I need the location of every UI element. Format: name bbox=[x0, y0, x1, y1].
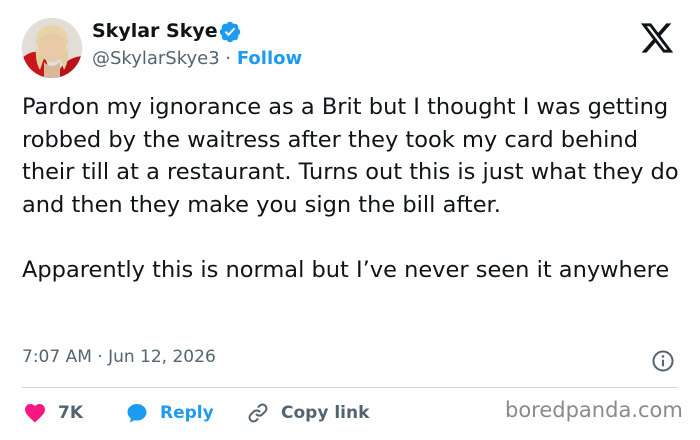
divider bbox=[22, 387, 678, 388]
link-icon bbox=[248, 403, 268, 423]
avatar-photo bbox=[22, 18, 82, 78]
like-button[interactable]: 7K bbox=[22, 399, 83, 427]
x-logo-icon[interactable] bbox=[637, 20, 677, 56]
reply-bubble-icon bbox=[127, 404, 147, 423]
follow-button[interactable]: Follow bbox=[237, 48, 302, 69]
handle-separator: · bbox=[219, 48, 237, 69]
copy-link-label: Copy link bbox=[281, 403, 370, 423]
info-icon[interactable] bbox=[651, 349, 675, 373]
watermark: boredpanda.com bbox=[505, 398, 683, 422]
author-name[interactable]: Skylar Skye bbox=[92, 20, 218, 42]
tweet-text: Pardon my ignorance as a Brit but I thou… bbox=[22, 91, 682, 286]
reply-button[interactable]: Reply bbox=[124, 399, 214, 427]
author-handle[interactable]: @SkylarSkye3 bbox=[92, 48, 220, 69]
avatar[interactable] bbox=[22, 18, 82, 78]
copy-link-button[interactable]: Copy link bbox=[245, 399, 369, 427]
tweet-paragraph: Apparently this is normal but I’ve never… bbox=[22, 256, 670, 283]
reply-label: Reply bbox=[160, 403, 214, 423]
like-count: 7K bbox=[58, 403, 84, 423]
verified-badge-icon bbox=[219, 21, 241, 43]
heart-icon bbox=[25, 404, 45, 423]
tweet-timestamp[interactable]: 7:07 AM · Jun 12, 2026 bbox=[22, 347, 216, 367]
author-handle-row: @SkylarSkye3 · Follow bbox=[92, 48, 302, 69]
tweet-paragraph: Pardon my ignorance as a Brit but I thou… bbox=[22, 94, 679, 218]
